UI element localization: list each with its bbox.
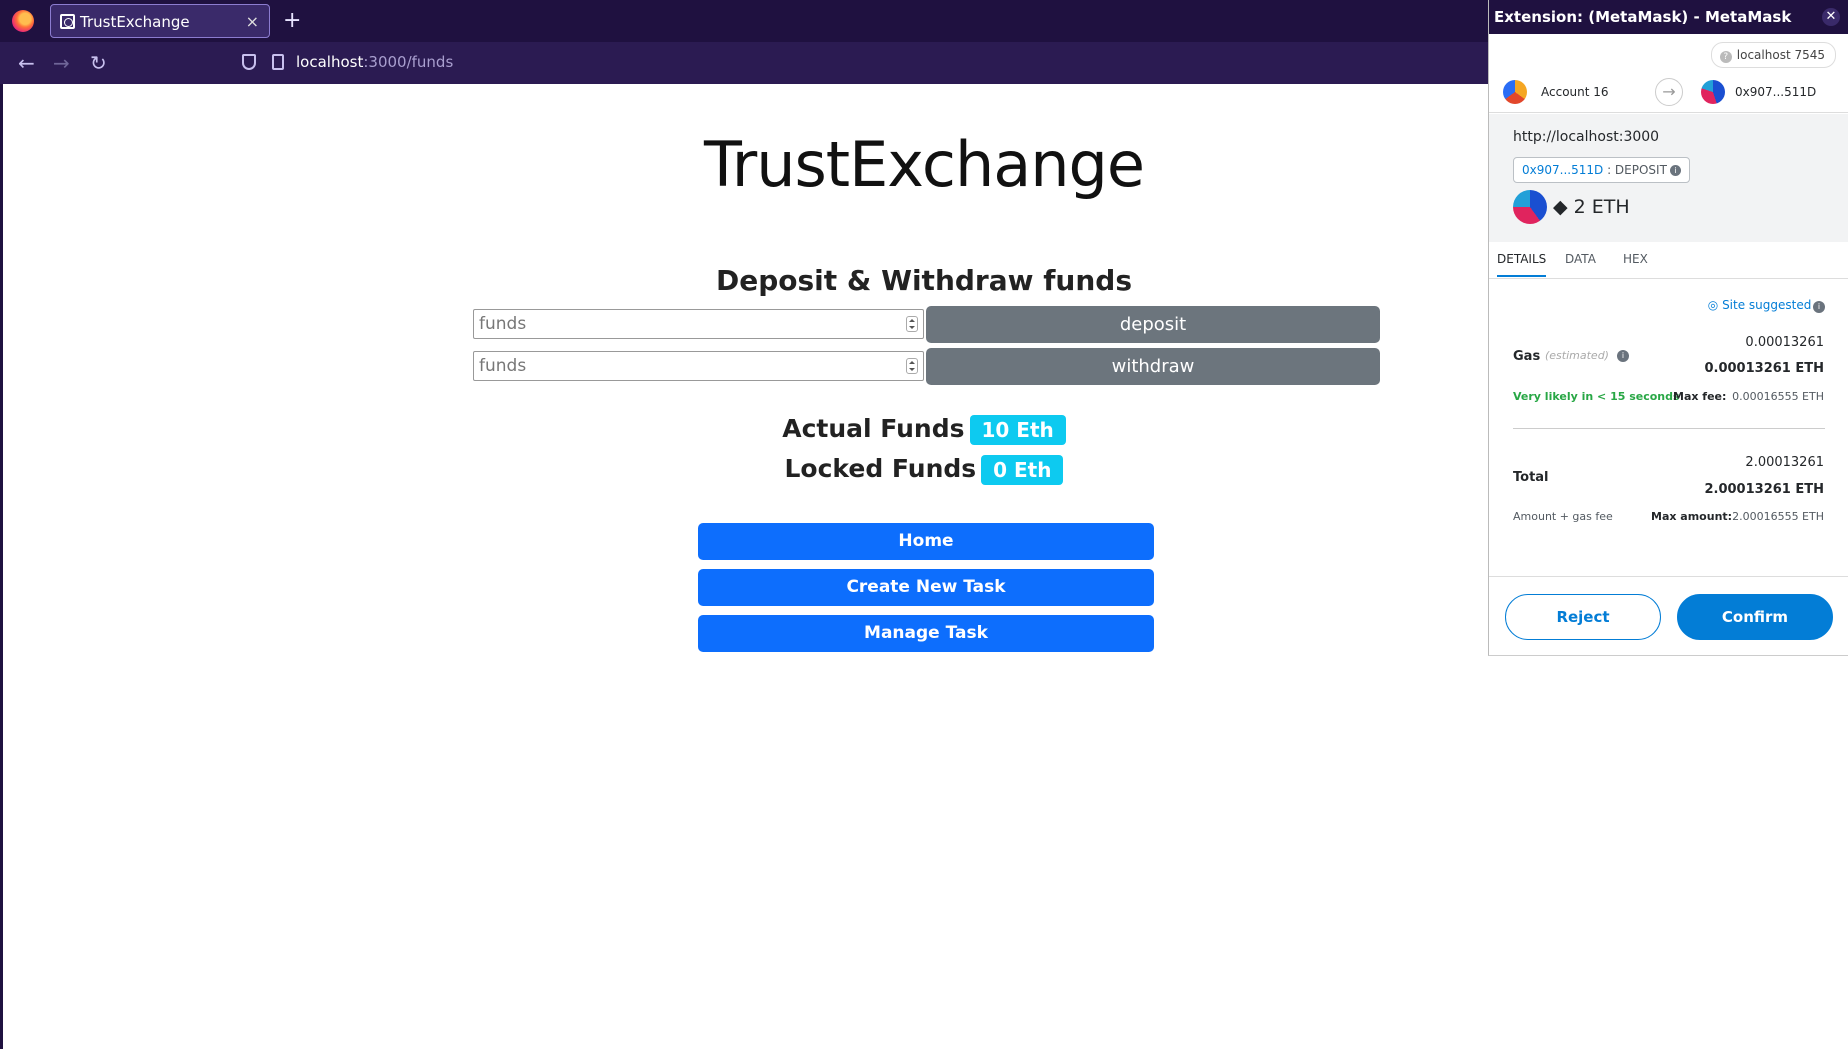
method-name: : DEPOSIT xyxy=(1607,163,1667,177)
url-host: localhost xyxy=(296,53,364,71)
actual-funds-badge: 10 Eth xyxy=(969,415,1066,445)
forward-icon[interactable]: → xyxy=(53,51,70,75)
deposit-spinner-icon[interactable] xyxy=(906,316,918,332)
max-fee-value: 0.00016555 ETH xyxy=(1732,390,1824,403)
withdraw-button[interactable]: withdraw xyxy=(926,348,1380,385)
gas-likely-text: Very likely in < 15 seconds xyxy=(1513,390,1680,403)
url-path: :3000/funds xyxy=(363,53,454,71)
new-tab-icon[interactable]: + xyxy=(283,8,301,33)
browser-tab[interactable]: TrustExchange × xyxy=(50,4,270,38)
metamask-popup: Extension: (MetaMask) - MetaMask Notific… xyxy=(1488,0,1848,656)
deposit-field[interactable] xyxy=(477,310,881,338)
manage-task-button[interactable]: Manage Task xyxy=(698,615,1154,652)
eth-icon: ◆ xyxy=(1553,196,1568,218)
account-row: Account 16 → 0x907...511D xyxy=(1489,72,1848,113)
window-edge xyxy=(0,84,3,1049)
gas-estimated: (estimated) xyxy=(1545,349,1609,362)
network-pill[interactable]: ? localhost 7545 xyxy=(1710,42,1836,68)
globe-icon: ◎ xyxy=(1707,298,1719,312)
confirm-button[interactable]: Confirm xyxy=(1677,594,1833,640)
withdraw-input[interactable] xyxy=(473,351,924,381)
arrow-right-icon: → xyxy=(1655,78,1683,106)
tab-close-icon[interactable]: × xyxy=(246,12,259,31)
max-amount-value: 2.00016555 ETH xyxy=(1732,510,1824,523)
contract-address[interactable]: 0x907...511D xyxy=(1522,163,1603,177)
actual-funds-label: Actual Funds xyxy=(782,414,965,443)
site-suggested-label: Site suggested xyxy=(1722,298,1812,312)
amount-value: 2 ETH xyxy=(1573,196,1630,218)
tab-hex[interactable]: HEX xyxy=(1623,252,1648,266)
origin-url: http://localhost:3000 xyxy=(1513,129,1660,145)
locked-funds-badge: 0 Eth xyxy=(981,455,1064,485)
close-icon[interactable]: ✕ xyxy=(1822,8,1840,26)
tab-title: TrustExchange xyxy=(80,13,190,31)
transaction-amount: ◆ 2 ETH xyxy=(1553,196,1630,218)
page-info-icon[interactable] xyxy=(272,54,284,70)
create-new-task-button[interactable]: Create New Task xyxy=(698,569,1154,606)
amount-gas-label: Amount + gas fee xyxy=(1513,510,1613,523)
total-value: 2.00013261 xyxy=(1745,455,1824,470)
tab-details[interactable]: DETAILS xyxy=(1497,252,1547,277)
url-bar[interactable]: localhost:3000/funds xyxy=(296,53,453,71)
site-suggested-link[interactable]: ◎ Site suggested › xyxy=(1708,298,1820,312)
max-fee-label: Max fee: xyxy=(1673,390,1727,403)
info-icon[interactable]: i xyxy=(1617,350,1629,362)
total-label: Total xyxy=(1513,470,1549,485)
divider xyxy=(1513,428,1825,429)
network-name: localhost 7545 xyxy=(1736,48,1825,62)
total-value-eth: 2.00013261 ETH xyxy=(1704,482,1824,497)
metamask-tabs: DETAILS DATA HEX xyxy=(1489,242,1848,279)
info-icon[interactable]: i xyxy=(1669,165,1681,176)
from-account-name[interactable]: Account 16 xyxy=(1541,85,1609,99)
to-account-address[interactable]: 0x907...511D xyxy=(1735,85,1816,99)
shield-icon[interactable] xyxy=(242,54,256,70)
contract-avatar xyxy=(1513,190,1547,224)
tab-data[interactable]: DATA xyxy=(1565,252,1596,266)
from-account-avatar xyxy=(1503,80,1527,104)
info-icon[interactable]: i xyxy=(1813,301,1825,313)
back-icon[interactable]: ← xyxy=(18,51,35,75)
method-badge: 0x907...511D : DEPOSIT i xyxy=(1513,157,1690,183)
to-account-avatar xyxy=(1701,80,1725,104)
reload-icon[interactable]: ↻ xyxy=(90,51,107,75)
gas-label: Gas xyxy=(1513,349,1541,364)
footer-divider xyxy=(1489,576,1848,577)
transaction-summary: http://localhost:3000 0x907...511D : DEP… xyxy=(1489,114,1848,242)
gas-value-eth: 0.00013261 ETH xyxy=(1704,361,1824,376)
tab-favicon-icon xyxy=(60,14,75,29)
max-amount-label: Max amount: xyxy=(1651,510,1733,523)
metamask-titlebar: Extension: (MetaMask) - MetaMask Notific… xyxy=(1489,0,1848,60)
deposit-button[interactable]: deposit xyxy=(926,306,1380,343)
deposit-input[interactable] xyxy=(473,309,924,339)
locked-funds-label: Locked Funds xyxy=(784,454,977,483)
reject-button[interactable]: Reject xyxy=(1505,594,1661,640)
firefox-logo-icon[interactable] xyxy=(12,10,34,32)
gas-value: 0.00013261 xyxy=(1745,335,1824,350)
withdraw-spinner-icon[interactable] xyxy=(906,358,918,374)
question-icon: ? xyxy=(1719,51,1732,63)
home-button[interactable]: Home xyxy=(698,523,1154,560)
withdraw-field[interactable] xyxy=(477,352,881,380)
